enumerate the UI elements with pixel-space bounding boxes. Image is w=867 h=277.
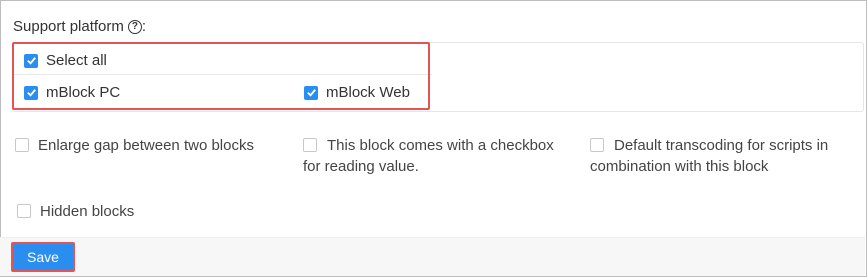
save-button[interactable]: Save: [11, 242, 75, 272]
enlarge-gap-checkbox[interactable]: [15, 138, 29, 152]
default-transcoding-label-line1: Default transcoding for scripts in: [614, 137, 829, 154]
footer-bar: [0, 237, 865, 276]
platform-highlight-outline: [12, 42, 430, 110]
default-transcoding-label-line2: combination with this block: [590, 158, 769, 175]
reading-checkbox-label-line1: This block comes with a checkbox: [327, 137, 554, 154]
hidden-blocks-checkbox[interactable]: [17, 204, 31, 218]
support-platform-label: Support platform ? :: [13, 18, 147, 35]
option-enlarge-gap[interactable]: Enlarge gap between two blocks: [15, 135, 254, 156]
hidden-blocks-label: Hidden blocks: [40, 203, 135, 220]
option-hidden-blocks[interactable]: Hidden blocks: [17, 201, 134, 222]
support-platform-text: Support platform: [13, 18, 124, 35]
default-transcoding-checkbox[interactable]: [590, 138, 604, 152]
help-icon[interactable]: ?: [127, 19, 142, 34]
reading-checkbox-label-line2: for reading value.: [303, 158, 419, 175]
reading-checkbox-checkbox[interactable]: [303, 138, 317, 152]
option-default-transcoding[interactable]: Default transcoding for scripts in combi…: [590, 135, 828, 177]
option-reading-checkbox[interactable]: This block comes with a checkbox for rea…: [303, 135, 554, 177]
enlarge-gap-label: Enlarge gap between two blocks: [38, 137, 254, 154]
